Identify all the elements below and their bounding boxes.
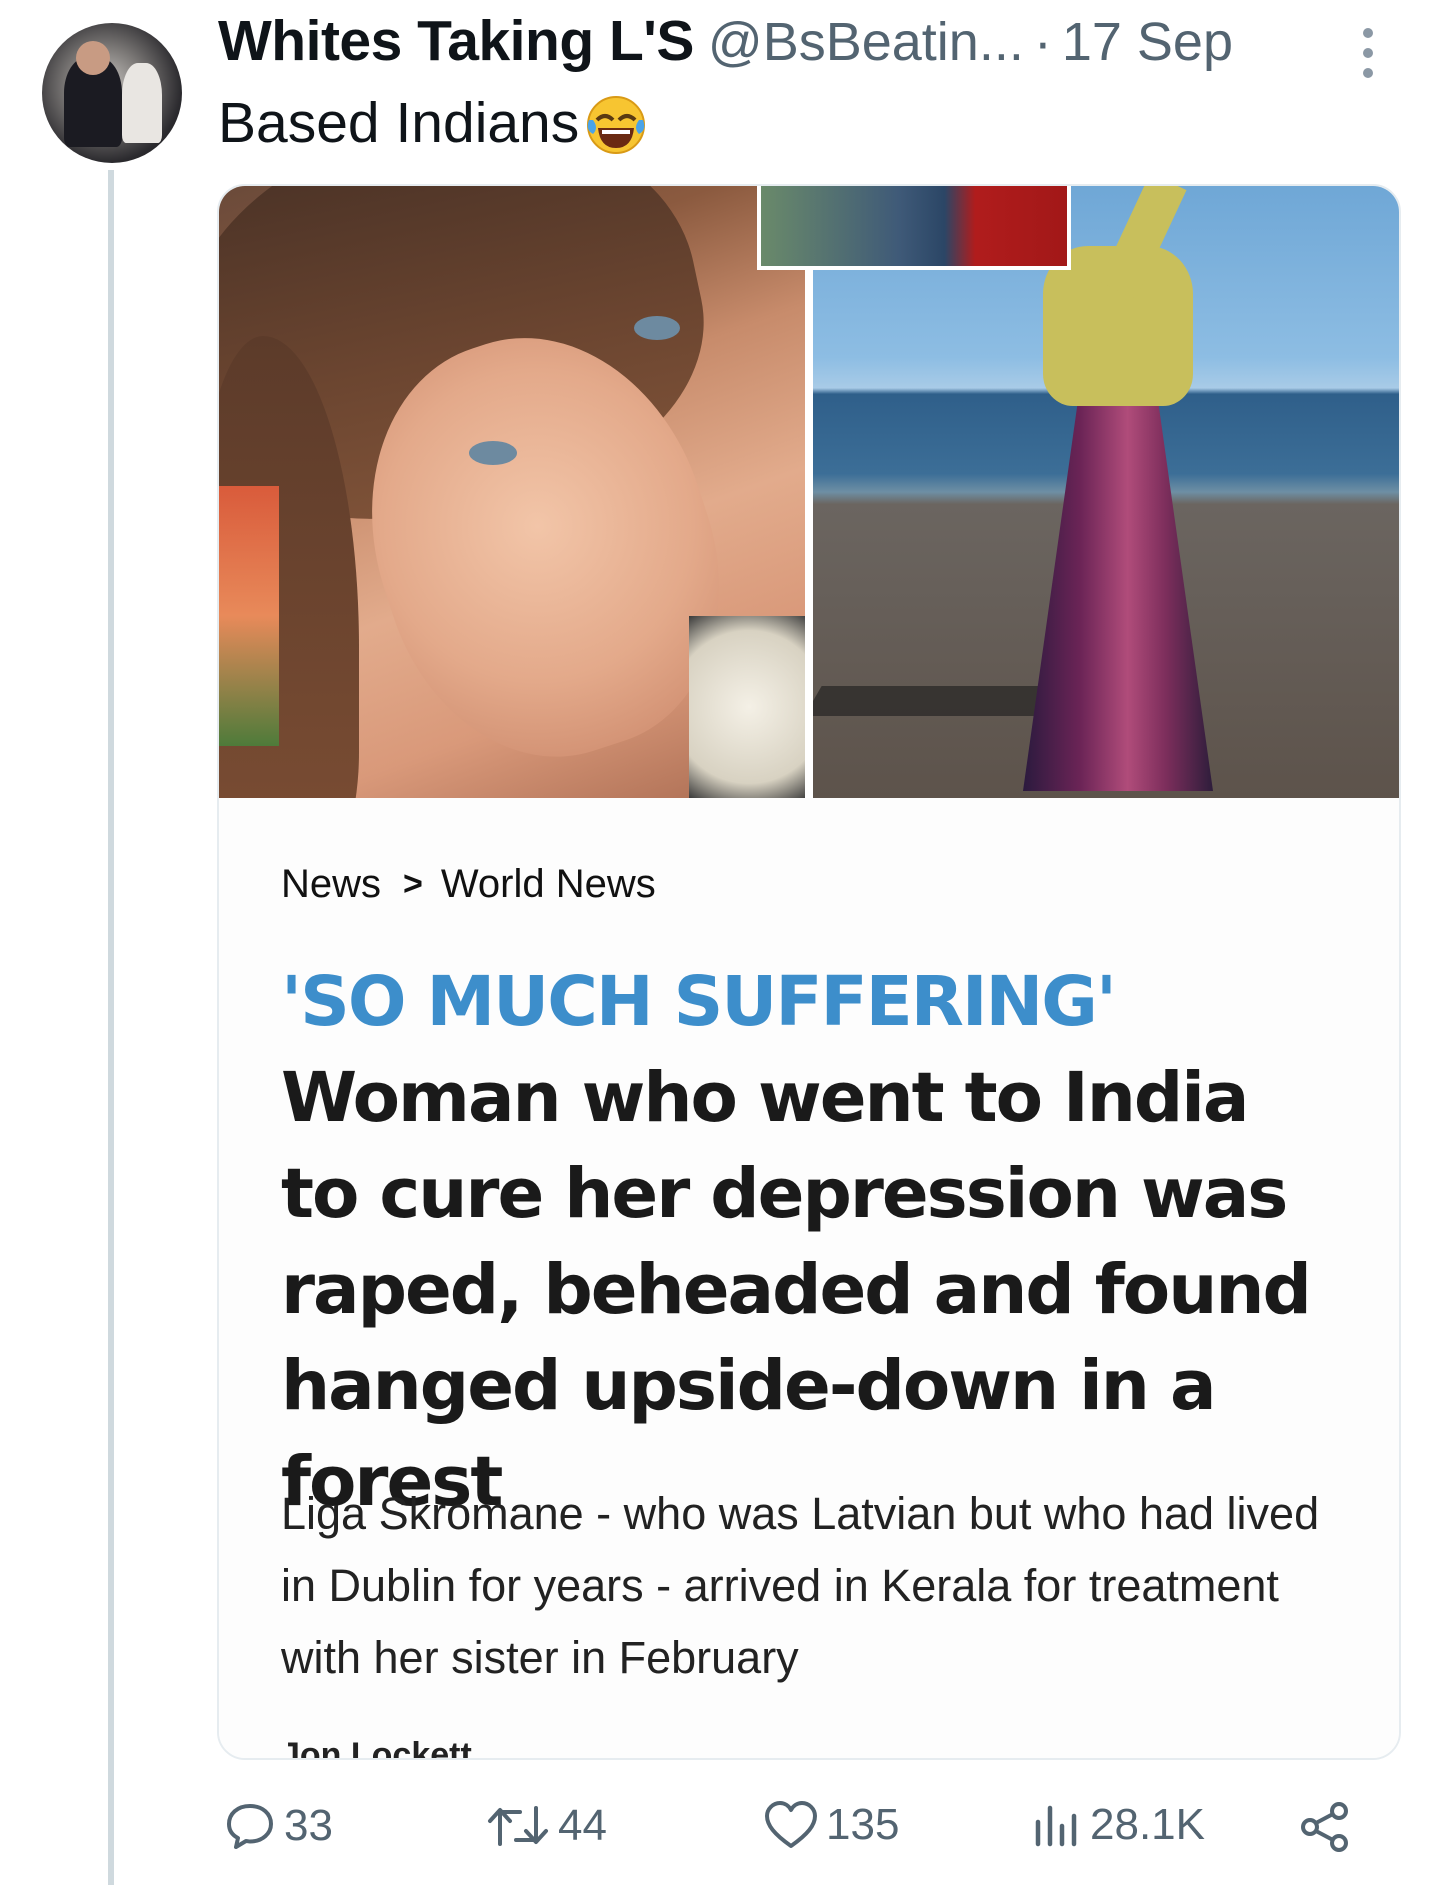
article-photo-beach[interactable] [813,186,1399,798]
reply-icon [227,1804,273,1849]
avatar-figure-head [76,41,110,75]
article-body: News > World News 'SO MUCH SUFFERING' Wo… [219,798,1399,1758]
author-avatar[interactable] [42,23,182,163]
repost-button[interactable]: 44 [486,1800,607,1852]
repost-count: 44 [558,1801,607,1850]
views-button[interactable]: 28.1K [1032,1800,1205,1850]
tweet-body: Based Indians [218,91,580,155]
tweet-date[interactable]: 17 Sep [1062,11,1233,73]
views-chart-icon [1035,1805,1077,1847]
article-byline: Jon Lockett [281,1736,472,1760]
share-button[interactable] [1298,1800,1352,1854]
separator-dot: · [1033,12,1052,72]
reply-count: 33 [284,1801,333,1850]
user-handle[interactable]: @BsBeatin... [708,11,1024,73]
share-icon [1301,1802,1348,1852]
breadcrumb: News > World News [281,862,656,907]
tweet-actions: 33 44 135 28.1K [0,1800,1440,1880]
face-with-tears-of-joy-icon [587,96,646,154]
more-options-icon[interactable] [1360,28,1376,78]
repost-icon [488,1806,548,1846]
article-photo-portrait[interactable] [219,186,805,798]
article-card[interactable]: News > World News 'SO MUCH SUFFERING' Wo… [217,184,1401,1760]
like-count: 135 [826,1800,900,1849]
breadcrumb-item[interactable]: World News [441,862,656,907]
article-photo-inset [757,186,1071,270]
like-button[interactable]: 135 [764,1800,899,1850]
article-headline: 'SO MUCH SUFFERING' Woman who went to In… [281,954,1341,1530]
display-name[interactable]: Whites Taking L'S [218,8,694,74]
views-count: 28.1K [1090,1800,1205,1849]
article-standfirst: Liga Skromane - who was Latvian but who … [281,1488,1320,1683]
chevron-right-icon: > [403,865,423,903]
heart-icon [765,1801,817,1848]
avatar-figure [122,63,162,143]
tweet-text: Based Indians [218,90,649,156]
headline-kicker: 'SO MUCH SUFFERING' [281,962,1117,1042]
photo-divider [805,186,813,798]
thread-line [108,170,114,1885]
headline-text: Woman who went to India to cure her depr… [281,1058,1312,1522]
reply-button[interactable]: 33 [224,1800,333,1852]
tweet-header: Whites Taking L'S @BsBeatin... · 17 Sep [218,8,1233,78]
breadcrumb-item[interactable]: News [281,862,381,907]
